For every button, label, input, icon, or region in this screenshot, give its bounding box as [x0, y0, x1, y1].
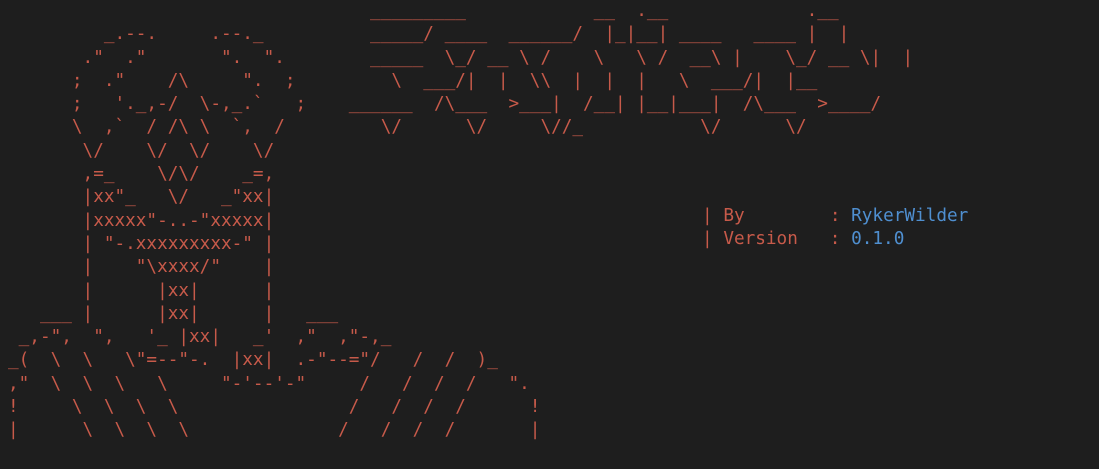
ascii-art-line: ,=_ \/\/ _=,: [8, 164, 275, 185]
info-pad: :: [797, 229, 852, 250]
ascii-art-line: ; '._,-/ \-,_.` ; ______ /\___ >___| /__…: [8, 94, 882, 115]
ascii-art-line: \/ \/ \/ \/: [8, 140, 275, 161]
version-value: 0.1.0: [851, 229, 905, 250]
info-bar: |: [702, 229, 724, 250]
ascii-art-line: ," \ \ \ \ "-'--'-" / / / / ".: [8, 373, 530, 394]
ascii-art-line: | |xx| |: [8, 280, 275, 301]
ascii-art-line: _________ __ .__ .__: [8, 1, 839, 21]
ascii-art-line: ; ." /\ ". ; \ ___/| | \\ | | | \ ___/| …: [8, 70, 818, 91]
ascii-art-line: ." ." ". ". _____ \_/ __ \ / \ \ / __\ |…: [8, 47, 914, 68]
info-block: | By : RykerWilder | Version : 0.1.0: [702, 205, 968, 252]
ascii-art-line: _( \ \ \"=--"-. |xx| .-"--="/ / / )_: [8, 350, 498, 371]
ascii-art-line: ___ | |xx| | ___: [8, 303, 339, 324]
author-value: RykerWilder: [851, 206, 969, 226]
ascii-art-line: ! \ \ \ \ / / / / !: [8, 397, 541, 418]
ascii-art-line: |xxxxx"-..-"xxxxx|: [8, 210, 275, 231]
by-label: By: [723, 206, 745, 226]
terminal-window: _________ __ .__ .__ _.--. .--._ _____/ …: [0, 0, 1099, 469]
ascii-art-line: | \ \ \ \ / / / / |: [8, 420, 541, 441]
ascii-art-line: | "-.xxxxxxxxx-" |: [8, 233, 275, 254]
version-label: Version: [723, 229, 798, 250]
ascii-art-line: | "\xxxx/" |: [8, 257, 275, 278]
ascii-art-line: |xx"_ \/ _"xx|: [8, 187, 275, 208]
ascii-art-line: \ ,` / /\ \ `, / \/ \/ \//_ \/ \/: [8, 117, 807, 138]
info-pad: :: [744, 206, 852, 226]
info-bar: |: [702, 206, 724, 226]
ascii-art-line: _.--. .--._ _____/ ____ ______/ |_|__| _…: [8, 24, 850, 45]
ascii-art-line: _,-", ", '_ |xx| _' ," ,"-,_: [8, 327, 392, 348]
